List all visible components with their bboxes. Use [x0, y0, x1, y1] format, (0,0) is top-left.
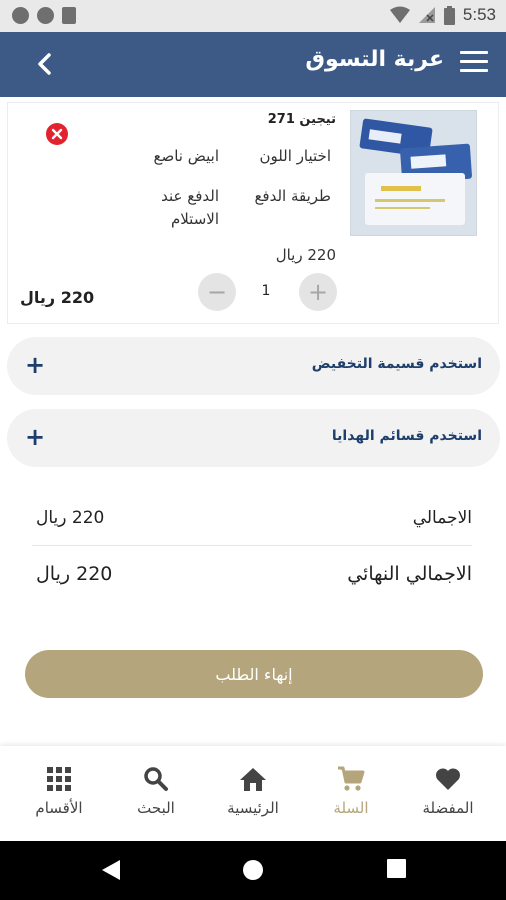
cart-item-card: تيجين 271 اختيار اللون ابيض ناصع طريقة ا… — [7, 102, 499, 324]
heart-icon — [435, 768, 461, 790]
grid-icon — [47, 767, 71, 791]
system-recents-icon[interactable] — [387, 859, 406, 878]
grand-total-value: 220 ريال — [36, 563, 113, 585]
chevron-left-icon — [38, 53, 51, 75]
remove-item-button[interactable] — [46, 123, 68, 145]
summary-divider — [32, 545, 472, 546]
nav-categories[interactable]: الأقسام — [14, 764, 104, 817]
item-total: 220 ريال — [20, 288, 95, 307]
nav-label: البحث — [137, 799, 175, 817]
status-bar: 5:53 — [0, 0, 506, 32]
menu-icon-bar — [460, 69, 488, 72]
back-button[interactable] — [28, 48, 60, 80]
nav-label: السلة — [333, 799, 369, 817]
quantity-value: 1 — [261, 283, 271, 299]
payment-value-line1: الدفع عند — [161, 187, 219, 205]
system-home-icon[interactable] — [242, 859, 264, 881]
subtotal-value: 220 ريال — [36, 508, 105, 528]
gift-voucher-label: استخدم قسائم الهدايا — [331, 428, 482, 444]
subtotal-row: الاجمالي 220 ريال — [32, 508, 472, 558]
unit-price: 220 ريال — [275, 246, 336, 264]
expand-plus-icon: + — [25, 351, 46, 379]
subtotal-label: الاجمالي — [412, 508, 472, 528]
cart-icon — [338, 766, 365, 791]
nav-search[interactable]: البحث — [111, 764, 201, 817]
nav-favorites[interactable]: المفضلة — [403, 764, 493, 817]
sd-card-icon — [62, 7, 76, 24]
color-value: ابيض ناصع — [153, 147, 219, 165]
color-label: اختيار اللون — [259, 147, 331, 165]
status-notification-icon — [12, 7, 29, 24]
grand-total-label: الاجمالي النهائي — [347, 563, 472, 585]
expand-plus-icon: + — [25, 423, 46, 451]
no-signal-icon — [418, 7, 435, 23]
home-icon — [240, 768, 266, 791]
product-photo-icon — [351, 111, 476, 235]
product-image[interactable] — [350, 110, 477, 236]
gift-voucher-row[interactable]: استخدم قسائم الهدايا + — [7, 409, 500, 467]
discount-coupon-row[interactable]: استخدم قسيمة التخفيض + — [7, 337, 500, 395]
grand-total-row: الاجمالي النهائي 220 ريال — [32, 563, 472, 613]
status-record-icon — [37, 7, 54, 24]
battery-icon — [443, 5, 455, 25]
discount-coupon-label: استخدم قسيمة التخفيض — [311, 356, 482, 372]
close-icon — [51, 128, 63, 140]
status-time: 5:53 — [462, 5, 496, 24]
nav-label: المفضلة — [422, 799, 474, 817]
system-back-icon[interactable] — [101, 859, 121, 881]
search-icon — [144, 767, 168, 791]
nav-label: الأقسام — [35, 799, 83, 817]
menu-icon-bar — [460, 60, 488, 63]
quantity-decrement-button[interactable]: − — [198, 273, 236, 311]
nav-label: الرئيسية — [227, 799, 279, 817]
menu-icon-bar — [460, 51, 488, 54]
nav-cart[interactable]: السلة — [306, 764, 396, 817]
payment-value-line2: الاستلام — [170, 210, 219, 228]
bottom-navigation: المفضلة السلة الرئيسية البحث الأقسام — [0, 746, 506, 841]
app-header: عربة التسوق — [0, 32, 506, 97]
nav-home[interactable]: الرئيسية — [208, 764, 298, 817]
quantity-increment-button[interactable]: + — [299, 273, 337, 311]
system-navigation-bar — [0, 841, 506, 900]
wifi-icon — [389, 6, 410, 23]
checkout-button[interactable]: إنهاء الطلب — [25, 650, 483, 698]
page-title: عربة التسوق — [305, 47, 444, 72]
product-name: تيجين 271 — [267, 112, 336, 127]
menu-button[interactable] — [460, 51, 488, 77]
payment-label: طريقة الدفع — [254, 187, 331, 205]
